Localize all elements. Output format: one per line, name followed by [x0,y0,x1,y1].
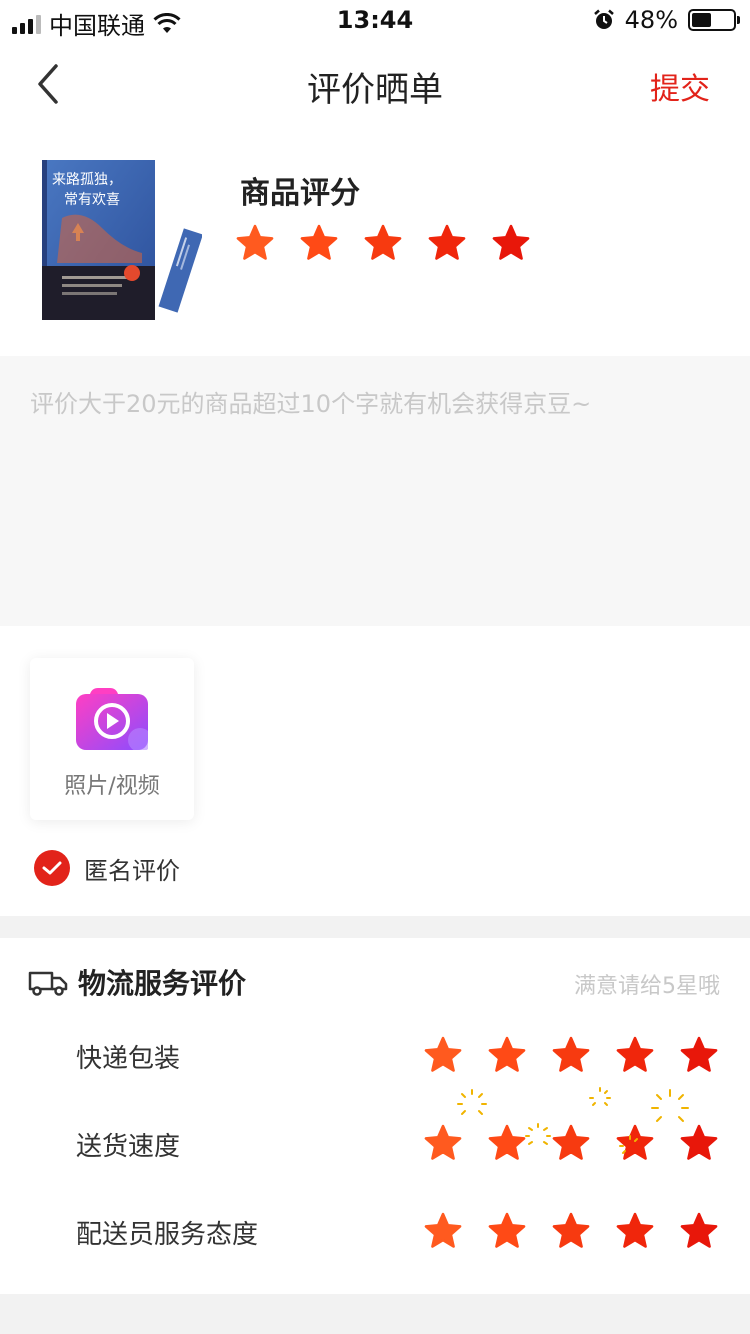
product-rating-section: 来路孤独， 常有欢喜 商品评分 [0,128,750,356]
row-label: 配送员服务态度 [76,1220,259,1250]
star-icon[interactable] [488,1036,526,1074]
logistics-row-speed: 送货速度 [0,1087,750,1176]
signal-icon [12,14,41,34]
battery-icon [688,9,740,31]
alarm-icon [593,9,614,29]
star-icon[interactable] [236,224,274,262]
wifi-icon [153,12,181,33]
upload-label: 照片/视频 [64,774,160,799]
submit-button[interactable]: 提交 [650,64,710,108]
page-title: 评价晒单 [307,70,443,110]
status-right: 48% [593,6,740,34]
star-icon[interactable] [616,1124,654,1162]
chevron-left-icon [38,64,58,104]
row-label: 送货速度 [76,1132,181,1162]
check-icon [34,850,70,886]
media-section: 照片/视频 匿名评价 [0,626,750,916]
star-icon[interactable] [428,224,466,262]
status-left: 中国联通 [12,6,181,41]
truck-icon [28,971,68,996]
book-title-line1: 来路孤独， [52,172,122,188]
star-icon[interactable] [424,1124,462,1162]
star-icon[interactable] [680,1124,718,1162]
logistics-hint: 满意请给5星哦 [574,974,720,999]
product-star-rating[interactable] [236,224,530,262]
review-textarea[interactable] [30,384,720,604]
logistics-title: 物流服务评价 [78,967,247,1000]
star-icon[interactable] [424,1212,462,1250]
logistics-row-courier-service: 配送员服务态度 [0,1204,750,1264]
logistics-header: 物流服务评价 [28,962,246,1002]
logistics-rating-section: 物流服务评价 满意请给5星哦 快递包装 送货速度 配送员服务态度 [0,938,750,1294]
product-image: 来路孤独， 常有欢喜 [42,158,202,323]
star-icon[interactable] [492,224,530,262]
star-icon[interactable] [616,1036,654,1074]
review-text-section [0,356,750,626]
star-icon[interactable] [488,1124,526,1162]
star-icon[interactable] [424,1036,462,1074]
upload-photo-video-button[interactable]: 照片/视频 [30,658,194,820]
speed-star-rating[interactable] [424,1124,718,1162]
star-icon[interactable] [364,224,402,262]
courier-star-rating[interactable] [424,1212,718,1250]
star-icon[interactable] [680,1036,718,1074]
book-title-line2: 常有欢喜 [64,192,120,208]
carrier-name: 中国联通 [49,12,145,40]
logistics-row-packaging: 快递包装 [0,1028,750,1088]
row-label: 快递包装 [76,1044,181,1074]
status-bar: 中国联通 13:44 48% [0,0,750,40]
star-icon[interactable] [616,1212,654,1250]
star-icon[interactable] [552,1036,590,1074]
packaging-star-rating[interactable] [424,1036,718,1074]
product-rating-title: 商品评分 [240,176,360,211]
anonymous-checkbox[interactable]: 匿名评价 [34,850,180,886]
anonymous-label: 匿名评价 [84,856,180,885]
back-button[interactable] [30,60,70,108]
star-icon[interactable] [552,1212,590,1250]
star-icon[interactable] [300,224,338,262]
star-icon[interactable] [680,1212,718,1250]
star-icon[interactable] [552,1124,590,1162]
nav-bar: 评价晒单 提交 [0,40,750,128]
battery-percent: 48% [624,6,678,34]
star-icon[interactable] [488,1212,526,1250]
camera-video-icon [76,688,148,750]
